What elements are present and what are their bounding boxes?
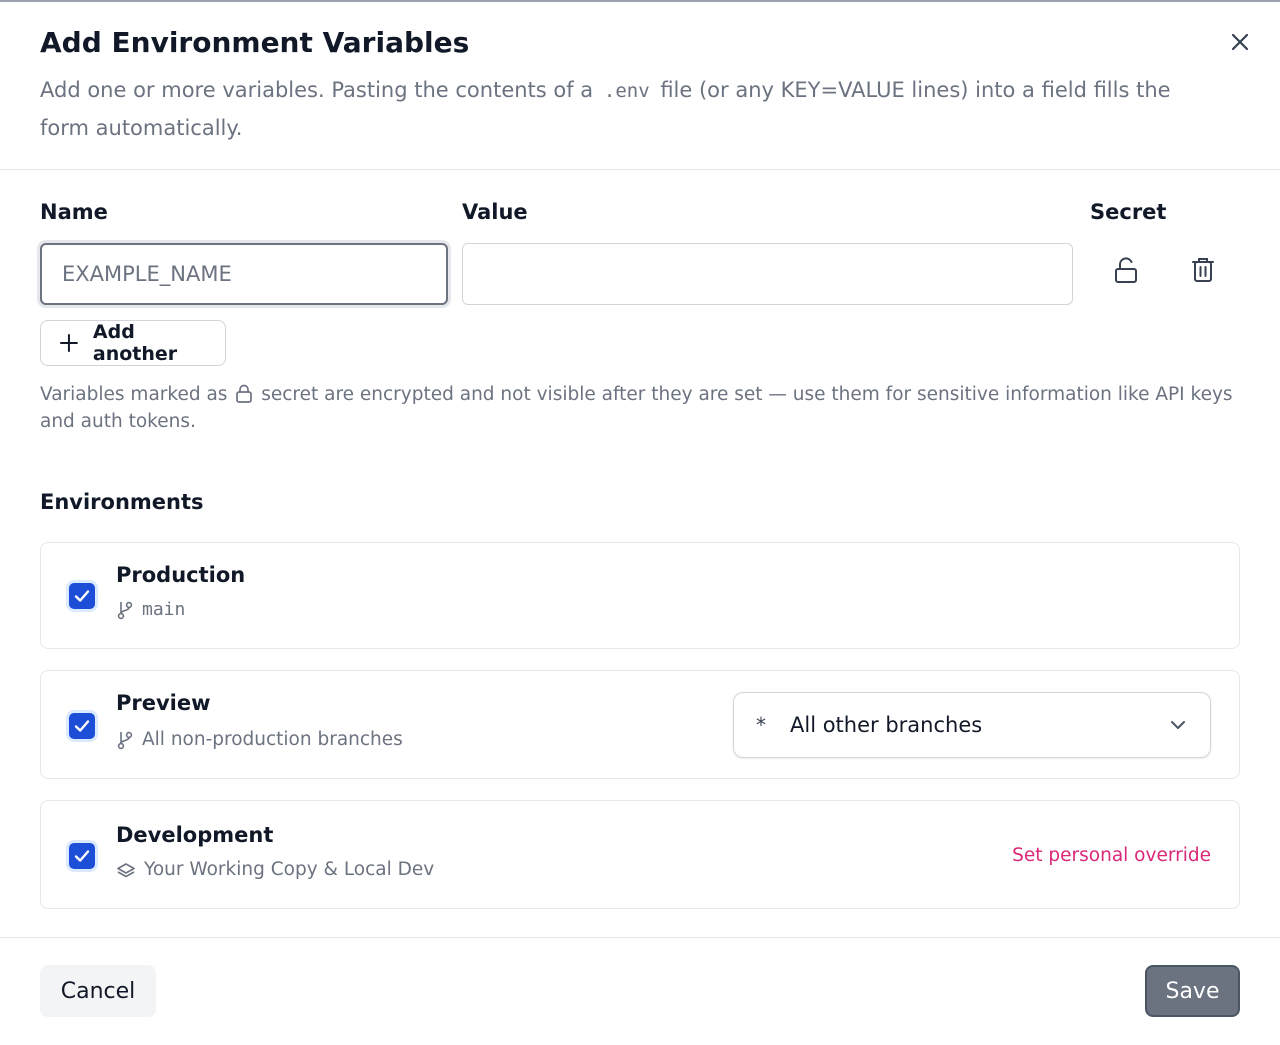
asterisk-icon: *: [756, 713, 766, 737]
close-button[interactable]: [1224, 26, 1256, 58]
unlock-icon: [1115, 257, 1137, 283]
preview-checkbox[interactable]: [69, 713, 95, 739]
preview-title: Preview: [116, 691, 211, 715]
preview-branches-text: All non-production branches: [142, 729, 403, 750]
note-text-1: Variables marked as: [40, 384, 228, 405]
plus-icon: [59, 334, 78, 352]
development-title: Development: [116, 823, 274, 847]
delete-row-button[interactable]: [1185, 252, 1221, 288]
check-icon: [74, 850, 90, 862]
value-input[interactable]: [462, 243, 1073, 305]
dialog-title: Add Environment Variables: [40, 26, 470, 59]
close-icon: [1231, 33, 1249, 51]
environments-heading: Environments: [40, 490, 204, 514]
production-branch-name: main: [142, 599, 186, 620]
production-branch: main: [116, 599, 185, 620]
check-icon: [74, 590, 90, 602]
name-label: Name: [40, 200, 108, 224]
env-card-production: Production main: [40, 542, 1240, 649]
add-another-label: Add another: [92, 321, 178, 365]
production-title: Production: [116, 563, 246, 587]
dialog-subtitle: Add one or more variables. Pasting the c…: [40, 72, 1220, 147]
save-button[interactable]: Save: [1145, 965, 1240, 1017]
branch-icon: [117, 731, 133, 749]
dialog-header: Add Environment Variables Add one or mor…: [0, 2, 1280, 170]
development-sub-text: Your Working Copy & Local Dev: [144, 859, 435, 880]
development-checkbox[interactable]: [69, 843, 95, 869]
layers-icon: [117, 862, 135, 877]
name-input[interactable]: [40, 243, 448, 305]
production-checkbox[interactable]: [69, 583, 95, 609]
chevron-down-icon: [1171, 721, 1185, 729]
secret-toggle[interactable]: [1108, 252, 1144, 288]
branch-icon: [117, 601, 133, 619]
branch-select[interactable]: * All other branches: [733, 692, 1211, 758]
preview-branches: All non-production branches: [116, 729, 403, 750]
env-card-development: Development Your Working Copy & Local De…: [40, 800, 1240, 909]
trash-icon: [1192, 258, 1214, 282]
check-icon: [74, 720, 90, 732]
development-sub: Your Working Copy & Local Dev: [116, 859, 434, 880]
value-label: Value: [462, 200, 528, 224]
lock-icon: [236, 384, 253, 403]
cancel-button[interactable]: Cancel: [40, 965, 156, 1017]
branch-select-value: All other branches: [790, 713, 983, 737]
add-another-button[interactable]: Add another: [40, 320, 226, 366]
set-personal-override-link[interactable]: Set personal override: [1012, 845, 1211, 866]
subtitle-text-1: Add one or more variables. Pasting the c…: [40, 78, 594, 102]
secret-note: Variables marked as secret are encrypted…: [40, 381, 1240, 435]
env-file-code: .env: [603, 80, 650, 102]
env-card-preview: Preview All non-production branches * Al…: [40, 670, 1240, 779]
footer-divider: [0, 937, 1280, 938]
secret-label: Secret: [1090, 200, 1167, 224]
